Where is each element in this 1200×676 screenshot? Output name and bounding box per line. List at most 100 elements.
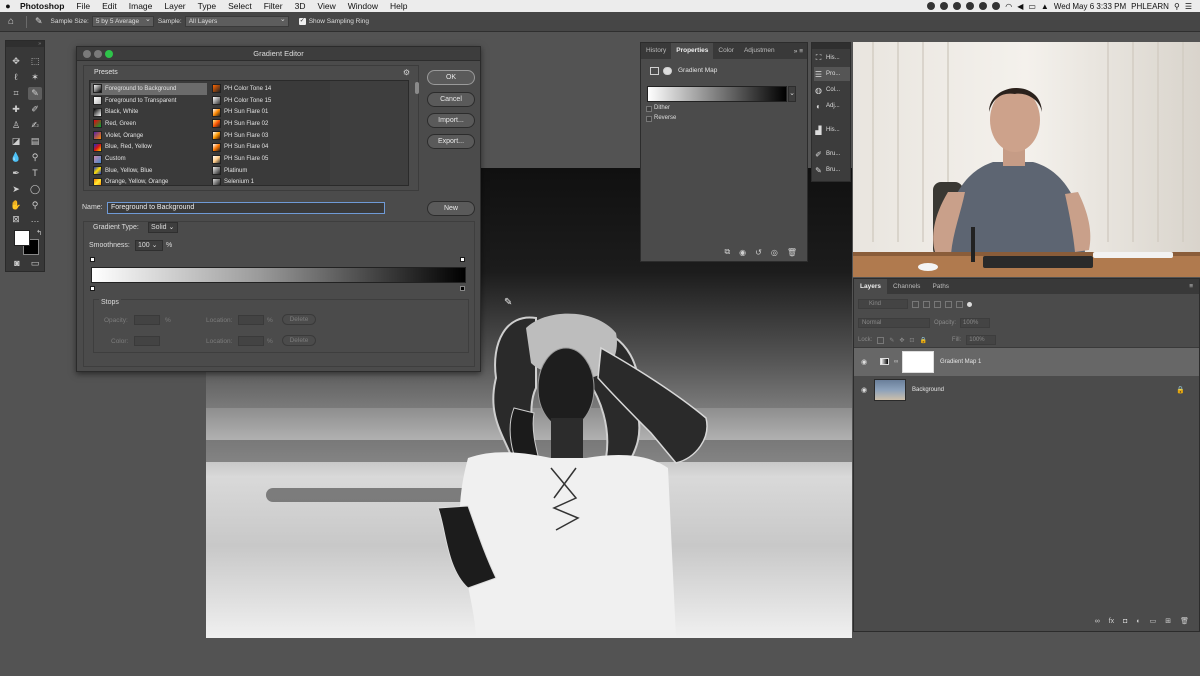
status-icon[interactable] [927,2,936,10]
pen-tool-icon[interactable]: ✒ [9,167,23,180]
color-stop-left[interactable] [90,286,95,291]
lasso-tool-icon[interactable]: ℓ [9,71,23,84]
preset-item[interactable]: PH Sun Flare 03 [210,130,326,142]
preset-item[interactable]: PH Sun Flare 05 [210,153,326,165]
filter-toggle-icon[interactable] [967,301,972,307]
panel-menu-icon[interactable]: » ≡ [794,48,807,55]
dodge-tool-icon[interactable]: ⚲ [28,151,42,164]
tab-color[interactable]: Color [713,43,739,59]
move-tool-icon[interactable]: ✥ [9,55,23,68]
opacity-input[interactable] [134,315,160,325]
visibility-eye-icon[interactable]: ◎ [771,248,778,257]
preset-item[interactable]: Violet, Orange [91,130,207,142]
chevron-down-icon[interactable]: ⌄ [788,86,796,102]
fx-icon[interactable]: fx [1109,618,1114,625]
menu-layer[interactable]: Layer [164,1,185,11]
kind-filter-select[interactable]: Kind [858,299,908,309]
hand-tool-icon[interactable]: ✋ [9,199,23,212]
status-icon[interactable] [940,2,949,10]
marquee-tool-icon[interactable]: ⬚ [28,55,42,68]
gradient-preview-bar[interactable] [91,267,466,283]
menu-file[interactable]: File [76,1,90,11]
eyedropper-tool-icon[interactable]: ✎ [28,87,42,100]
preset-item[interactable]: Foreground to Transparent [91,95,207,107]
layer-name[interactable]: Background [912,387,944,393]
cancel-button[interactable]: Cancel [427,92,475,107]
view-previous-icon[interactable]: ◉ [739,248,746,257]
menu-help[interactable]: Help [390,1,407,11]
foreground-color-swatch[interactable] [14,230,30,246]
menu-window[interactable]: Window [348,1,378,11]
reset-icon[interactable]: ↺ [755,248,762,257]
tab-paths[interactable]: Paths [926,279,955,294]
notification-center-icon[interactable]: ☰ [1185,2,1192,11]
blend-mode-select[interactable]: Normal [858,318,930,328]
swap-colors-icon[interactable]: ↰ [32,227,46,240]
trash-icon[interactable]: 🗑 [787,248,797,257]
clock[interactable]: Wed May 6 3:33 PM [1054,2,1126,11]
status-icon[interactable] [979,2,988,10]
layer-name[interactable]: Gradient Map 1 [940,359,981,365]
gradient-map-preview[interactable] [647,86,787,102]
preset-item[interactable]: Custom [91,153,207,165]
quick-mask-icon[interactable]: ◙ [10,257,24,270]
lock-all-icon[interactable]: 🔒 [919,337,926,344]
layer-mask-thumbnail[interactable] [902,351,934,373]
import-button[interactable]: Import... [427,113,475,128]
gear-icon[interactable]: ⚙ [403,68,410,77]
preset-item[interactable]: Foreground to Background [91,83,207,95]
opacity-location-input[interactable] [238,315,264,325]
clone-stamp-tool-icon[interactable]: ♙ [9,119,23,132]
preset-item[interactable]: Orange, Yellow, Orange [91,177,207,185]
lock-position-icon[interactable]: ✥ [899,337,904,344]
eraser-tool-icon[interactable]: ◪ [9,135,23,148]
preset-item[interactable]: Red, Green [91,118,207,130]
healing-brush-tool-icon[interactable]: ✚ [9,103,23,116]
panel-histogram-collapsed[interactable]: ▟ His... [814,123,850,137]
reverse-checkbox[interactable] [646,116,652,122]
tab-channels[interactable]: Channels [887,279,926,294]
ellipse-tool-icon[interactable]: ◯ [28,183,42,196]
visibility-eye-icon[interactable]: ◉ [854,386,874,394]
smoothness-input[interactable]: 100 ⌄ [135,240,163,251]
new-adjustment-layer-icon[interactable]: ◐ [1136,618,1140,625]
preset-item[interactable]: Blue, Red, Yellow [91,142,207,154]
delete-opacity-stop-button[interactable]: Delete [282,314,316,325]
lock-artboard-icon[interactable]: ⊡ [909,337,914,344]
layer-row[interactable]: ◉ ∞ Gradient Map 1 [854,348,1199,376]
lock-transparent-icon[interactable] [877,336,885,344]
user-name[interactable]: PHLEARN [1131,2,1169,11]
export-button[interactable]: Export... [427,134,475,149]
preset-item[interactable]: PH Color Tone 15 [210,95,326,107]
zoom-tool-icon[interactable]: ⚲ [28,199,42,212]
scroll-thumb[interactable] [415,82,419,94]
name-input[interactable]: Foreground to Background [107,202,385,214]
panel-grip[interactable]: » [6,41,44,47]
menu-app-photoshop[interactable]: Photoshop [20,1,64,11]
filter-shape-icon[interactable] [945,300,952,308]
history-brush-tool-icon[interactable]: ✍ [28,119,42,132]
filter-smart-object-icon[interactable] [956,300,963,308]
link-icon[interactable]: ∞ [894,359,902,365]
sample-select[interactable]: All Layers [184,15,289,27]
filter-adjustment-icon[interactable] [923,300,930,308]
panel-brush-settings-collapsed[interactable]: ✎ Bru... [814,163,850,177]
dialog-titlebar[interactable]: Gradient Editor [77,47,480,61]
eyedropper-preset-icon[interactable]: ✎ [35,16,43,27]
zoom-window-button[interactable] [105,50,113,58]
panel-adjustments-collapsed[interactable]: ◐ Adj... [814,99,850,113]
panel-brushes-collapsed[interactable]: ✐ Bru... [814,147,850,161]
visibility-eye-icon[interactable]: ◉ [854,358,874,366]
layer-fill-input[interactable]: 100% [966,335,997,345]
crop-tool-icon[interactable]: ⌗ [9,87,23,100]
tab-history[interactable]: History [641,43,671,59]
preset-item[interactable]: Selenium 1 [210,177,326,185]
preset-scrollbar[interactable] [414,80,420,186]
preset-item[interactable]: PH Sun Flare 02 [210,118,326,130]
color-swatch-input[interactable] [134,336,160,346]
preset-item[interactable]: PH Sun Flare 04 [210,142,326,154]
ok-button[interactable]: OK [427,70,475,85]
panel-color-collapsed[interactable]: ◍ Col... [814,83,850,97]
status-icon[interactable] [953,2,962,10]
path-selection-tool-icon[interactable]: ➤ [9,183,23,196]
